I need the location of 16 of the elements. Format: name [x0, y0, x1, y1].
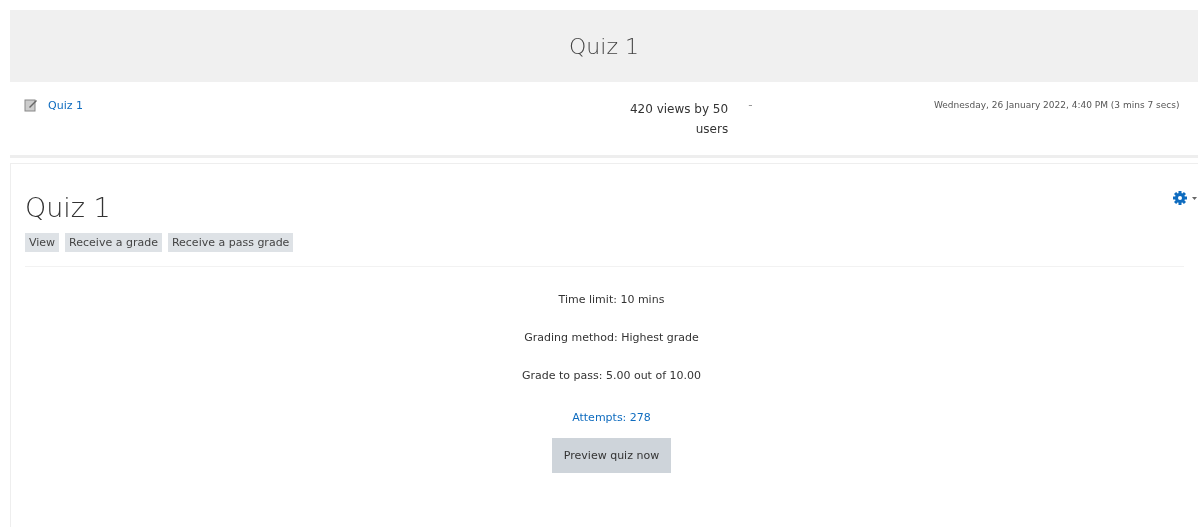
preview-quiz-button[interactable]: Preview quiz now: [551, 438, 672, 473]
completion-condition: View: [25, 233, 60, 252]
views-count: 420 views by 50 users: [628, 101, 729, 138]
activity-title: Quiz 1: [25, 192, 111, 223]
dash-text: -: [747, 98, 754, 112]
completion-condition: Receive a pass grade: [167, 233, 294, 252]
quiz-info-text: Grade to pass: 5.00 out of 10.00: [521, 369, 702, 382]
attempts-link[interactable]: Attempts: 278: [572, 411, 651, 424]
settings-icon: [1172, 190, 1198, 206]
quiz-link[interactable]: Quiz 1: [48, 98, 83, 112]
quiz-info-text: Grading method: Highest grade: [524, 331, 699, 344]
completion-condition: Receive a grade: [65, 233, 162, 252]
quiz-icon: [24, 98, 38, 112]
quiz-info-text: Time limit: 10 mins: [558, 293, 665, 306]
page-title: Quiz 1: [569, 33, 639, 59]
last-access-text: Wednesday, 26 January 2022, 4:40 PM (3 mins 7 secs): [933, 99, 1181, 112]
